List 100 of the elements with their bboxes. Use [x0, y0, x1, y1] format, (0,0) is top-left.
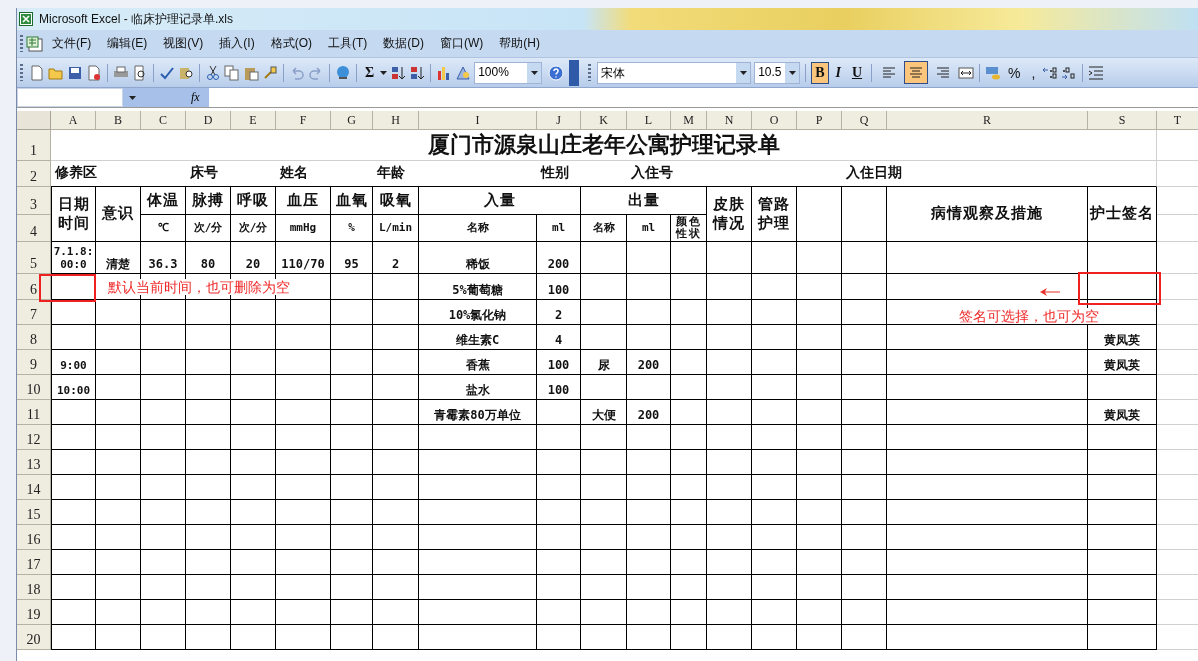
row-header[interactable]: 14: [17, 475, 51, 500]
empty-cell: [537, 525, 581, 550]
row-header[interactable]: 19: [17, 600, 51, 625]
zoom-dropdown[interactable]: 100%: [474, 61, 543, 84]
empty-cell: [797, 450, 842, 475]
row-header[interactable]: 18: [17, 575, 51, 600]
empty-cell: [752, 375, 797, 400]
empty-cell: [707, 325, 752, 350]
column-header[interactable]: L: [627, 111, 671, 130]
autosum-button[interactable]: Σ: [362, 61, 378, 84]
font-size-dropdown[interactable]: 10.5: [754, 61, 801, 84]
column-header[interactable]: C: [141, 111, 186, 130]
row-header[interactable]: 16: [17, 525, 51, 550]
row-header[interactable]: 10: [17, 375, 51, 400]
bold-button[interactable]: B: [811, 61, 829, 84]
row-header[interactable]: 11: [17, 400, 51, 425]
empty-cell: [96, 525, 141, 550]
empty-cell: [671, 425, 707, 450]
header-cell: 血氧: [331, 187, 373, 215]
permission-icon[interactable]: [86, 64, 102, 81]
row-header[interactable]: 3: [17, 187, 51, 215]
menu-item[interactable]: 格式(O): [270, 35, 312, 52]
caret-icon[interactable]: [129, 95, 136, 100]
empty-cell: [707, 242, 752, 274]
column-header[interactable]: D: [186, 111, 231, 130]
row-header[interactable]: 1: [17, 130, 51, 161]
column-header[interactable]: R: [887, 111, 1088, 130]
column-header[interactable]: T: [1157, 111, 1198, 130]
caret-icon[interactable]: [380, 70, 388, 75]
drawing-shapes-icon[interactable]: [455, 64, 472, 81]
menu-item[interactable]: 视图(V): [163, 35, 204, 52]
column-header[interactable]: Q: [842, 111, 887, 130]
row-header[interactable]: 9: [17, 350, 51, 375]
print-preview-icon[interactable]: [132, 64, 148, 81]
insert-function-button[interactable]: fx: [191, 90, 200, 105]
decrease-decimal-icon[interactable]: [1061, 64, 1078, 81]
column-header[interactable]: J: [537, 111, 581, 130]
format-painter-icon[interactable]: [262, 64, 278, 81]
menu-item[interactable]: 工具(T): [328, 35, 368, 52]
column-header[interactable]: O: [752, 111, 797, 130]
currency-coins-icon[interactable]: [985, 64, 1002, 81]
menu-item[interactable]: 帮助(H): [499, 35, 540, 52]
header-cell: 入量: [419, 187, 581, 215]
column-header[interactable]: G: [331, 111, 373, 130]
column-header[interactable]: A: [51, 111, 96, 130]
row-header[interactable]: 13: [17, 450, 51, 475]
empty-cell: [797, 350, 842, 375]
empty-cell: [96, 475, 141, 500]
menu-item[interactable]: 文件(F): [52, 35, 92, 52]
row-header[interactable]: 6: [17, 274, 51, 300]
row-header[interactable]: 2: [17, 161, 51, 187]
menu-item[interactable]: 数据(D): [383, 35, 424, 52]
help-icon[interactable]: [548, 64, 565, 81]
column-header[interactable]: I: [419, 111, 537, 130]
row-header[interactable]: 7: [17, 300, 51, 325]
indent-icon[interactable]: [1088, 64, 1105, 81]
column-header[interactable]: F: [276, 111, 331, 130]
row-header[interactable]: 12: [17, 425, 51, 450]
empty-cell: [231, 525, 276, 550]
menu-item[interactable]: 插入(I): [219, 35, 255, 52]
italic-button[interactable]: I: [831, 61, 845, 84]
table-cell: 尿: [581, 350, 627, 375]
copy-icon[interactable]: [224, 64, 240, 81]
align-center-button[interactable]: [904, 61, 929, 84]
toolbar-options-icon[interactable]: [569, 59, 580, 86]
empty-cell: [231, 600, 276, 625]
row-header[interactable]: 5: [17, 242, 51, 274]
comma-style-button[interactable]: ,: [1027, 61, 1040, 84]
sort-ascending-icon[interactable]: [390, 64, 407, 81]
column-header[interactable]: N: [707, 111, 752, 130]
font-dropdown[interactable]: 宋体: [597, 61, 752, 84]
table-cell: 95: [331, 242, 373, 274]
menu-item[interactable]: 编辑(E): [107, 35, 148, 52]
underline-button[interactable]: U: [847, 61, 867, 84]
column-header[interactable]: B: [96, 111, 141, 130]
new-document-icon[interactable]: [29, 64, 45, 81]
row-header[interactable]: 8: [17, 325, 51, 350]
empty-cell: [331, 400, 373, 425]
column-header[interactable]: E: [231, 111, 276, 130]
empty-cell: [797, 274, 842, 300]
row-header[interactable]: 4: [17, 215, 51, 242]
hyperlink-globe-icon[interactable]: [335, 64, 351, 81]
empty-cell: [276, 300, 331, 325]
row-header[interactable]: 15: [17, 500, 51, 525]
worksheet-icon[interactable]: [26, 35, 44, 52]
column-header[interactable]: P: [797, 111, 842, 130]
merge-center-icon[interactable]: [958, 64, 975, 81]
percent-style-button[interactable]: %: [1004, 61, 1025, 84]
table-cell: 200: [537, 242, 581, 274]
column-header[interactable]: K: [581, 111, 627, 130]
menu-item[interactable]: 窗口(W): [440, 35, 484, 52]
column-header[interactable]: H: [373, 111, 419, 130]
increase-decimal-icon[interactable]: [1042, 64, 1059, 81]
empty-cell: [671, 500, 707, 525]
cut-scissors-icon[interactable]: [205, 64, 221, 81]
column-header[interactable]: M: [671, 111, 707, 130]
column-header[interactable]: S: [1088, 111, 1157, 130]
row-header[interactable]: 20: [17, 625, 51, 650]
sort-descending-icon[interactable]: [409, 64, 426, 81]
row-header[interactable]: 17: [17, 550, 51, 575]
